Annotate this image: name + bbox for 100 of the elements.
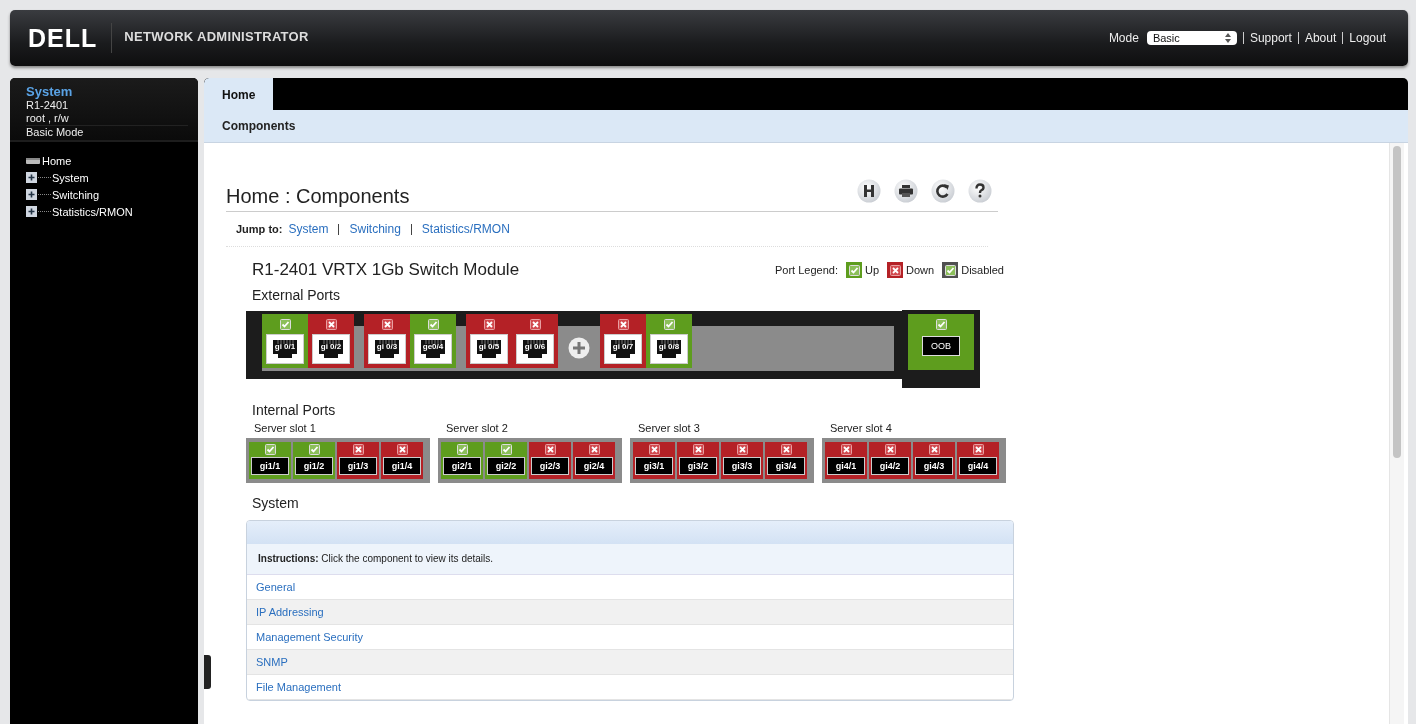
tab[interactable]: Home [204, 78, 274, 110]
cross-icon [736, 444, 748, 455]
port-label: gi 0/2 [319, 342, 343, 351]
port-tile[interactable]: gi 0/7 [600, 314, 646, 368]
print-icon[interactable] [894, 179, 918, 203]
port-tile[interactable]: gi4/3 [913, 442, 955, 479]
tree-item[interactable]: Statistics/RMON [52, 205, 133, 218]
expand-icon[interactable] [26, 172, 37, 183]
check-icon [279, 318, 291, 330]
port-tile[interactable]: ge0/4 [410, 314, 456, 368]
cross-icon [381, 318, 393, 330]
port-tile[interactable]: gi 0/2 [308, 314, 354, 368]
legend-text: Disabled [961, 264, 1004, 276]
port-label: gi 0/8 [657, 342, 681, 351]
component-link[interactable]: File Management [256, 681, 341, 693]
port-label: ge0/4 [421, 342, 445, 351]
cross-icon [396, 444, 408, 455]
port-tile[interactable]: gi4/4 [957, 442, 999, 479]
port-label: gi2/1 [443, 457, 481, 475]
port-label: gi2/3 [531, 457, 569, 475]
jump-label: Jump to: [236, 223, 283, 235]
port-label: gi1/2 [295, 457, 333, 475]
collapse-handle[interactable] [204, 655, 211, 689]
slot-title: Server slot 1 [254, 422, 317, 434]
instructions-text: Instructions: Click the component to view its details. [247, 544, 1013, 575]
header-link[interactable]: About [1304, 31, 1337, 45]
port-tile[interactable]: gi2/1 [441, 442, 483, 479]
check-icon [500, 444, 512, 455]
port-tile[interactable]: gi1/1 [249, 442, 291, 479]
component-row[interactable]: SNMP [247, 650, 1013, 675]
section-title: Internal Ports [252, 402, 337, 418]
port-label: gi2/4 [575, 457, 613, 475]
port-tile[interactable]: gi3/4 [765, 442, 807, 479]
port-tile[interactable]: gi 0/5 [466, 314, 512, 368]
scrollbar-thumb[interactable] [1393, 146, 1401, 458]
tree-item[interactable]: System [52, 171, 89, 184]
port-tile[interactable]: gi 0/6 [512, 314, 558, 368]
jump-link[interactable]: System [288, 222, 329, 236]
app-title: NETWORK ADMINISTRATOR [124, 28, 309, 44]
port-tile[interactable]: gi1/2 [293, 442, 335, 479]
port-tile[interactable]: gi1/4 [381, 442, 423, 479]
check-icon [663, 318, 675, 330]
port-label: gi1/3 [339, 457, 377, 475]
module-title: R1-2401 VRTX 1Gb Switch Module [252, 260, 520, 280]
port-tile[interactable]: gi1/3 [337, 442, 379, 479]
check-icon [427, 318, 439, 330]
tree-item[interactable]: Switching [52, 188, 100, 201]
cross-icon [840, 444, 852, 455]
port-label: gi4/2 [871, 457, 909, 475]
page-title: Home : Components [226, 184, 410, 208]
port-tile[interactable]: gi3/1 [633, 442, 675, 479]
jump-link[interactable]: Switching [349, 222, 401, 236]
scrollbar[interactable] [1389, 143, 1404, 724]
header-link[interactable]: Support [1249, 31, 1292, 45]
check-icon [264, 444, 276, 455]
tree-item[interactable]: Home [42, 154, 72, 167]
expand-icon[interactable] [26, 189, 37, 200]
port-label: gi 0/6 [523, 342, 547, 351]
port-label: gi4/3 [915, 457, 953, 475]
port-tile[interactable]: gi2/2 [485, 442, 527, 479]
subnav-item[interactable]: Components [222, 119, 296, 133]
component-link[interactable]: Management Security [256, 631, 363, 643]
port-tile[interactable]: gi3/3 [721, 442, 763, 479]
check-icon [456, 444, 468, 455]
refresh-icon[interactable] [931, 179, 955, 203]
port-tile[interactable]: gi 0/8 [646, 314, 692, 368]
mode-select[interactable]: Basic [1146, 31, 1237, 45]
folder-icon [26, 156, 40, 165]
port-tile[interactable]: gi 0/3 [364, 314, 410, 368]
port-tile[interactable]: gi4/2 [869, 442, 911, 479]
sidebar-heading: System [26, 84, 74, 99]
port-tile[interactable]: gi2/4 [573, 442, 615, 479]
save-icon[interactable] [857, 179, 881, 203]
component-link[interactable]: General [256, 581, 296, 593]
port-label: gi3/2 [679, 457, 717, 475]
port-label: gi2/2 [487, 457, 525, 475]
port-tile[interactable]: gi2/3 [529, 442, 571, 479]
cross-icon [544, 444, 556, 455]
cross-icon [884, 444, 896, 455]
port-label: gi3/4 [767, 457, 805, 475]
cross-icon [648, 444, 660, 455]
expand-icon[interactable] [26, 206, 37, 217]
header-link[interactable]: Logout [1349, 31, 1386, 45]
component-link[interactable]: IP Addressing [256, 606, 324, 618]
jump-link[interactable]: Statistics/RMON [421, 222, 510, 236]
legend-label: Port Legend: [775, 264, 838, 276]
slot-title: Server slot 3 [638, 422, 701, 434]
cross-icon [352, 444, 364, 455]
help-icon[interactable] [968, 179, 992, 203]
component-row[interactable]: File Management [247, 675, 1013, 700]
port-label: gi1/4 [383, 457, 421, 475]
sidebar-info: root , r/w [26, 112, 70, 125]
port-tile[interactable]: gi3/2 [677, 442, 719, 479]
port-tile[interactable]: gi 0/1 [262, 314, 308, 368]
component-row[interactable]: IP Addressing [247, 600, 1013, 625]
component-link[interactable]: SNMP [256, 656, 288, 668]
port-tile[interactable]: gi4/1 [825, 442, 867, 479]
port-label: gi4/1 [827, 457, 865, 475]
port-tile[interactable]: OOB [908, 314, 974, 370]
port-label: gi3/3 [723, 457, 761, 475]
